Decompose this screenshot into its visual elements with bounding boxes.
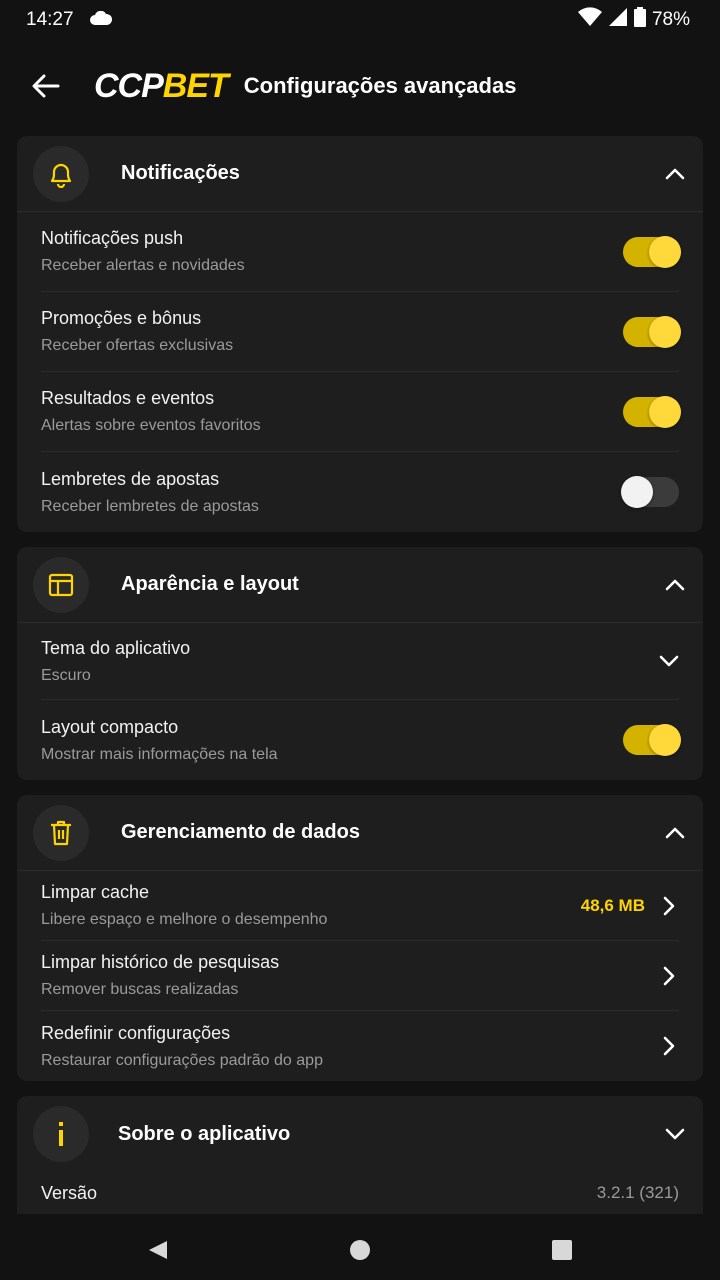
- status-time: 14:27: [26, 9, 74, 30]
- section-notifications: Notificações Notificações push Receber a…: [17, 136, 703, 532]
- page-title: Configurações avançadas: [243, 73, 517, 98]
- push-notifications-toggle[interactable]: [623, 235, 681, 268]
- setting-label: Limpar cache: [41, 882, 150, 902]
- setting-compact-layout: Layout compacto Mostrar mais informações…: [41, 700, 681, 780]
- results-events-toggle[interactable]: [623, 395, 681, 428]
- setting-description: Alertas sobre eventos favoritos: [41, 417, 261, 434]
- bet-reminders-toggle[interactable]: [621, 476, 679, 508]
- promotions-toggle[interactable]: [623, 315, 681, 348]
- section-appearance-header[interactable]: Aparência e layout: [17, 547, 703, 623]
- settings-list[interactable]: Notificações Notificações push Receber a…: [17, 136, 703, 1219]
- setting-description: Receber alertas e novidades: [41, 257, 245, 274]
- setting-reset-settings[interactable]: Redefinir configurações Restaurar config…: [41, 1011, 679, 1081]
- setting-label: Layout compacto: [41, 716, 179, 737]
- chevron-down-icon[interactable]: [659, 649, 679, 673]
- logo-part-2: BET: [162, 66, 229, 105]
- section-about: Sobre o aplicativo Versão 3.2.1 (321): [17, 1096, 703, 1214]
- section-data-management: Gerenciamento de dados Limpar cache Libe…: [17, 795, 703, 1081]
- chevron-down-icon[interactable]: [663, 1122, 687, 1146]
- layout-icon: [33, 556, 89, 613]
- section-title: Notificações: [121, 162, 240, 184]
- app-header: CCPBET Configurações avançadas: [0, 50, 720, 122]
- setting-description: Libere espaço e melhore o desempenho: [41, 911, 328, 928]
- wifi-icon: [577, 7, 602, 33]
- bell-icon: [33, 145, 89, 202]
- nav-recents-button[interactable]: [551, 1239, 573, 1261]
- version-value: 3.2.1 (321): [596, 1183, 679, 1202]
- setting-label: Lembretes de apostas: [41, 468, 220, 489]
- chevron-right-icon[interactable]: [659, 1034, 679, 1058]
- setting-promotions: Promoções e bônus Receber ofertas exclus…: [41, 292, 681, 372]
- version-label: Versão: [41, 1182, 98, 1203]
- version-row: Versão 3.2.1 (321): [41, 1172, 679, 1214]
- section-title: Aparência e layout: [121, 573, 299, 595]
- setting-results-events: Resultados e eventos Alertas sobre event…: [41, 372, 681, 452]
- brand-logo: CCPBET: [94, 66, 229, 106]
- section-notifications-header[interactable]: Notificações: [17, 136, 703, 212]
- square-recents-icon: [552, 1240, 572, 1260]
- setting-bet-reminders: Lembretes de apostas Receber lembretes d…: [41, 452, 679, 532]
- setting-description: Restaurar configurações padrão do app: [41, 1051, 323, 1069]
- section-title: Sobre o aplicativo: [118, 1122, 291, 1145]
- setting-description: Receber lembretes de apostas: [41, 497, 259, 515]
- section-about-header[interactable]: Sobre o aplicativo: [17, 1096, 703, 1172]
- setting-label: Redefinir configurações: [41, 1022, 231, 1043]
- setting-label: Limpar histórico de pesquisas: [41, 952, 280, 972]
- chevron-up-icon[interactable]: [663, 162, 687, 186]
- chevron-right-icon[interactable]: [659, 894, 679, 918]
- cloud-icon: [89, 9, 112, 31]
- setting-label: Promoções e bônus: [41, 308, 202, 328]
- nav-back-button[interactable]: [147, 1239, 169, 1261]
- system-nav-bar: [0, 1220, 720, 1280]
- setting-clear-search-history[interactable]: Limpar histórico de pesquisas Remover bu…: [41, 941, 679, 1011]
- battery-level: 78%: [651, 9, 690, 30]
- status-bar: 14:27 78%: [0, 0, 720, 40]
- logo-part-1: CCP: [94, 66, 164, 105]
- theme-value: Escuro: [41, 666, 91, 684]
- section-appearance: Aparência e layout Tema do aplicativo Es…: [17, 547, 703, 780]
- setting-app-theme[interactable]: Tema do aplicativo Escuro: [41, 623, 679, 700]
- back-button[interactable]: [30, 70, 62, 102]
- chevron-up-icon[interactable]: [663, 573, 687, 597]
- setting-description: Remover buscas realizadas: [41, 981, 239, 998]
- setting-description: Receber ofertas exclusivas: [41, 337, 234, 354]
- cache-size: 48,6 MB: [580, 895, 645, 915]
- chevron-up-icon[interactable]: [663, 821, 687, 845]
- battery-icon: [633, 7, 646, 33]
- setting-label: Resultados e eventos: [41, 388, 215, 408]
- setting-clear-cache[interactable]: Limpar cache Libere espaço e melhore o d…: [41, 871, 679, 941]
- chevron-right-icon[interactable]: [659, 964, 679, 988]
- circle-home-icon: [350, 1240, 370, 1260]
- setting-label: Notificações push: [41, 228, 184, 248]
- setting-push-notifications: Notificações push Receber alertas e novi…: [41, 212, 681, 292]
- arrow-left-icon: [32, 74, 60, 98]
- nav-home-button[interactable]: [349, 1239, 371, 1261]
- info-icon: [33, 1106, 89, 1162]
- triangle-back-icon: [149, 1241, 167, 1259]
- compact-layout-toggle[interactable]: [623, 724, 681, 756]
- section-data-management-header[interactable]: Gerenciamento de dados: [17, 795, 703, 871]
- signal-icon: [608, 7, 628, 33]
- trash-icon: [33, 804, 89, 861]
- setting-label: Tema do aplicativo: [41, 637, 191, 658]
- section-title: Gerenciamento de dados: [121, 821, 360, 843]
- setting-description: Mostrar mais informações na tela: [41, 745, 278, 763]
